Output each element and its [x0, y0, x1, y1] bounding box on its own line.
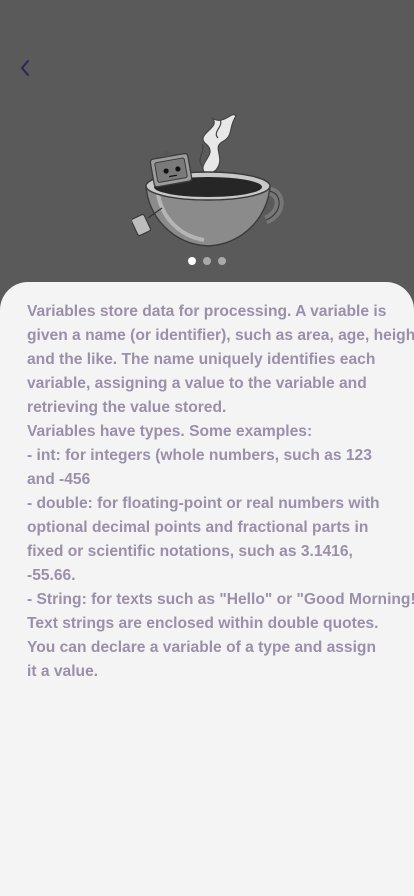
chevron-left-icon: [21, 60, 29, 76]
text-line: -55.66.: [27, 567, 76, 584]
text-line: given a name (or identifier), such as ar…: [27, 327, 414, 344]
text-line: Variables store data for processing. A v…: [27, 303, 387, 320]
text-line: optional decimal points and fractional p…: [27, 519, 369, 536]
text-line: fixed or scientific notations, such as 3…: [27, 543, 353, 560]
text-line: retrieving the value stored.: [27, 399, 227, 416]
content-card: Variables store data for processing. A v…: [0, 282, 414, 896]
text-line: and the like. The name uniquely identifi…: [27, 351, 376, 368]
screen: Variables store data for processing. A v…: [0, 0, 414, 896]
header: [0, 0, 414, 300]
page-dot-3[interactable]: [218, 257, 226, 265]
text-line: variable, assigning a value to the varia…: [27, 375, 367, 392]
text-line: - double: for floating-point or real num…: [27, 495, 380, 512]
text-line: and -456: [27, 471, 91, 488]
text-line: You can declare a variable of a type and…: [27, 639, 376, 656]
back-button[interactable]: [12, 54, 38, 82]
page-indicator: [0, 257, 414, 265]
text-line: - String: for texts such as "Hello" or "…: [27, 591, 414, 608]
lesson-text: Variables store data for processing. A v…: [27, 300, 414, 684]
page-dot-1[interactable]: [188, 257, 196, 265]
text-line: Text strings are enclosed within double …: [27, 615, 379, 632]
text-line: it a value.: [27, 663, 99, 680]
text-line: - int: for integers (whole numbers, such…: [27, 447, 372, 464]
text-line: Variables have types. Some examples:: [27, 423, 313, 440]
coffee-cup-robot-illustration: [132, 114, 284, 247]
page-dot-2[interactable]: [203, 257, 211, 265]
